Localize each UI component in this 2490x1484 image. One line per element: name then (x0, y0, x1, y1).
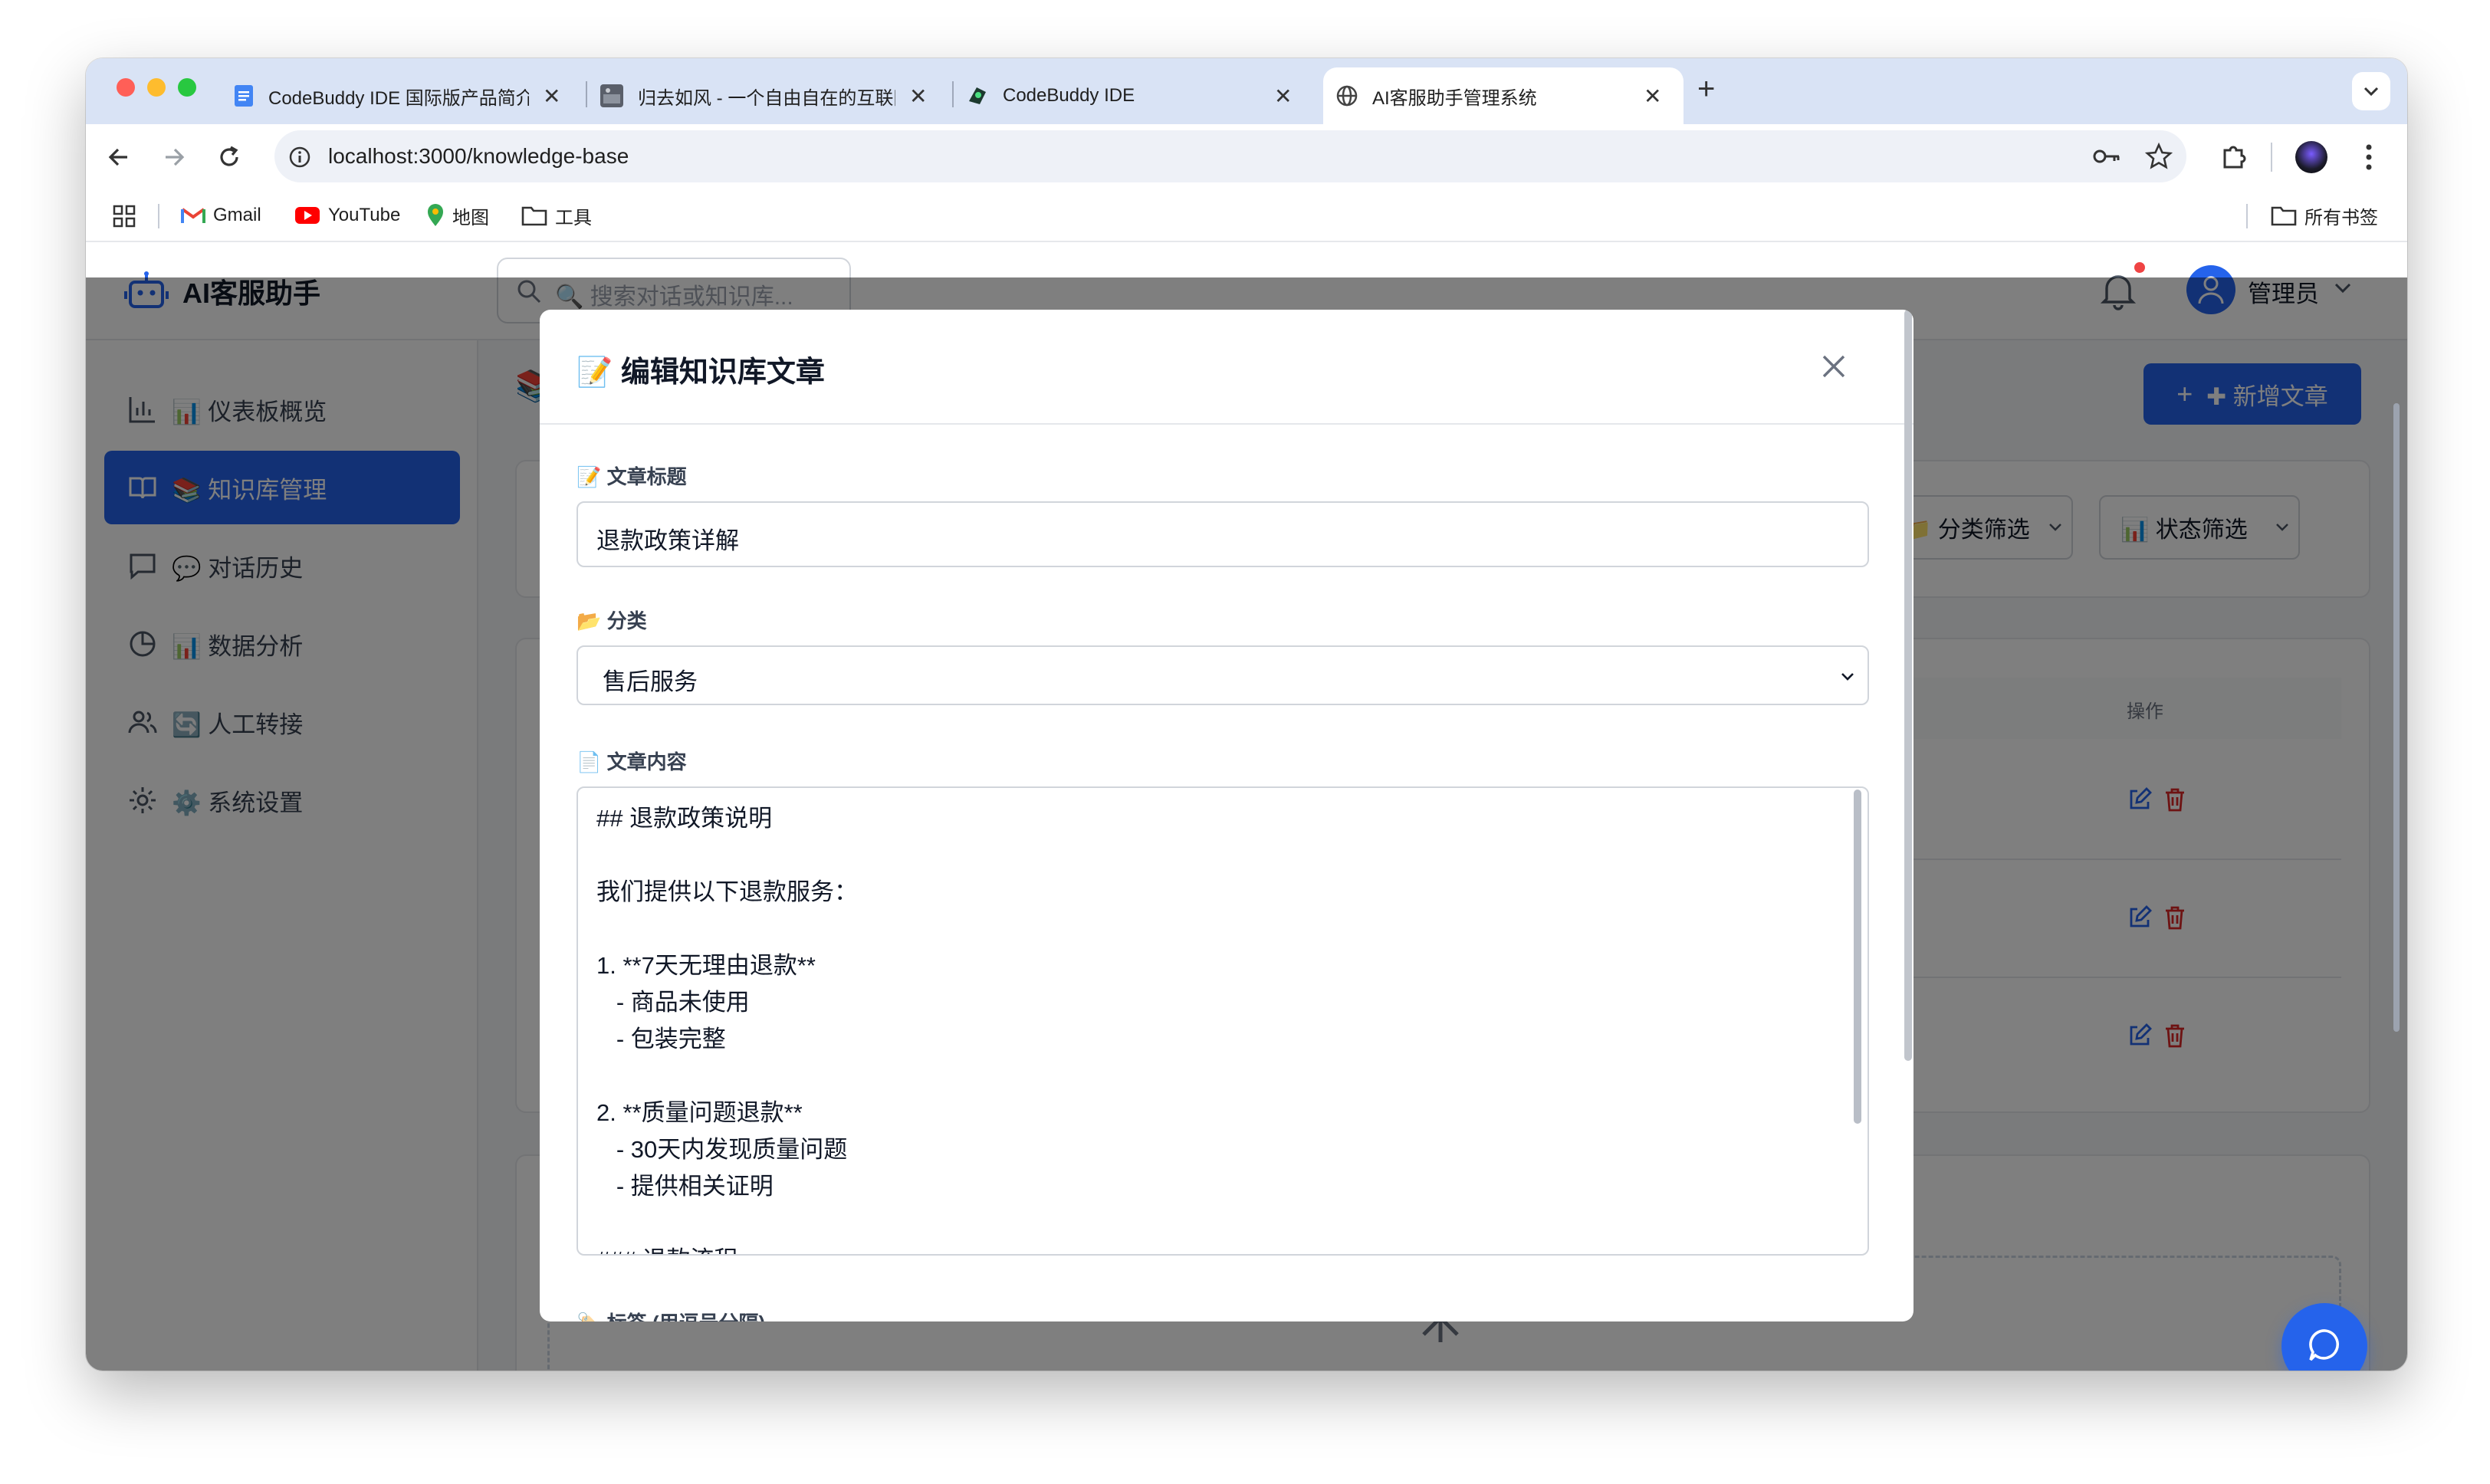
url-text: localhost:3000/knowledge-base (328, 144, 629, 168)
youtube-icon (295, 207, 320, 224)
page-scrollbar[interactable] (2393, 403, 2400, 1032)
category-select-value: 售后服务 (603, 668, 698, 695)
tab-title: CodeBuddy IDE 国际版产品简介 (268, 87, 529, 109)
modal-header-divider (540, 423, 1913, 425)
more-menu-icon[interactable] (2360, 141, 2378, 173)
modal-title: 📝 编辑知识库文章 (577, 356, 825, 389)
reload-icon[interactable] (215, 143, 244, 172)
close-window-button[interactable] (117, 78, 135, 97)
content-line: - 30天内发现质量问题 (596, 1136, 848, 1163)
tab-separator (952, 81, 954, 107)
textarea-scrollbar[interactable] (1854, 790, 1861, 1124)
content-line (596, 1205, 858, 1242)
bookmark-label: 所有书签 (2304, 207, 2378, 228)
content-text: ## 退款政策说明 我们提供以下退款服务： 1. **7天无理由退款** - 商… (596, 800, 858, 1254)
chevron-down-icon (1841, 673, 1854, 681)
bookmark-youtube[interactable]: YouTube (294, 190, 400, 241)
extensions-icon[interactable] (2219, 141, 2249, 172)
tab-strip: CodeBuddy IDE 国际版产品简介 ✕ 归去如风 - 一个自由自在的互联… (86, 58, 2407, 124)
forward-icon[interactable] (159, 143, 189, 172)
site-thumbnail-icon (600, 84, 623, 107)
tab-close-icon[interactable]: ✕ (909, 84, 927, 109)
bookmark-label: Gmail (213, 205, 261, 225)
globe-icon (1336, 85, 1358, 107)
content-line: - 包装完整 (596, 1026, 726, 1052)
tab-title: 归去如风 - 一个自由自在的互联网 (638, 87, 895, 109)
content-line: 1. **7天无理由退款** (596, 952, 816, 979)
minimize-window-button[interactable] (147, 78, 166, 97)
gmail-icon (181, 208, 205, 223)
notification-dot (2134, 262, 2145, 273)
password-key-icon[interactable] (2091, 144, 2122, 169)
toolbar-separator (2271, 143, 2272, 172)
maximize-window-button[interactable] (178, 78, 196, 97)
category-field-label: 📂 分类 (577, 609, 647, 632)
content-line (596, 911, 858, 947)
bookmark-label: 地图 (452, 207, 489, 228)
bookmarks-separator (158, 204, 159, 228)
bookmark-gmail[interactable]: Gmail (181, 190, 261, 241)
tab-title: AI客服助手管理系统 (1372, 87, 1537, 109)
tab-blog[interactable]: 归去如风 - 一个自由自在的互联网 ✕ (590, 67, 951, 124)
bookmark-folder-tools[interactable]: 工具 (521, 190, 592, 241)
close-icon[interactable] (1820, 353, 1848, 380)
codebuddy-icon (969, 87, 986, 104)
tab-ai-service[interactable]: AI客服助手管理系统 ✕ (1323, 67, 1684, 124)
tags-field-label: 🏷️ 标签 (用逗号分隔) (577, 1308, 765, 1321)
bookmarks-separator (2246, 204, 2248, 228)
bookmark-maps[interactable]: 地图 (426, 190, 489, 241)
category-select[interactable]: 售后服务 (577, 645, 1869, 705)
edit-article-modal: 📝 编辑知识库文章 📝 文章标题 退款政策详解 📂 分类 售后服务 📄 文章内容… (540, 310, 1913, 1321)
content-line: - 提供相关证明 (596, 1173, 774, 1200)
profile-avatar[interactable] (2295, 141, 2327, 173)
modal-scrollbar[interactable] (1904, 310, 1912, 1061)
title-field-label: 📝 文章标题 (577, 465, 687, 488)
app-viewport: AI客服助手 🔍 搜索对话或知识库... 管理员 📊 仪表板概览 📚 知识库管理 (86, 242, 2407, 1371)
title-input[interactable]: 退款政策详解 (577, 501, 1869, 567)
tab-close-icon[interactable]: ✕ (543, 84, 560, 109)
tab-separator (586, 81, 587, 107)
all-bookmarks-button[interactable]: 所有书签 (2271, 190, 2378, 241)
chevron-down-icon (2364, 87, 2379, 97)
bookmark-star-icon[interactable] (2145, 143, 2173, 170)
apps-grid-icon[interactable] (112, 204, 136, 228)
site-info-icon[interactable] (288, 146, 311, 169)
chat-bubble-icon (2309, 1329, 2339, 1361)
content-line: - 商品未使用 (596, 989, 750, 1016)
address-bar[interactable]: localhost:3000/knowledge-base (274, 130, 2186, 182)
folder-icon (2271, 206, 2297, 226)
bookmark-label: YouTube (328, 205, 401, 225)
browser-window: CodeBuddy IDE 国际版产品简介 ✕ 归去如风 - 一个自由自在的互联… (86, 58, 2407, 1371)
tab-codebuddy-intro[interactable]: CodeBuddy IDE 国际版产品简介 ✕ (224, 67, 584, 124)
content-line: ### 退款流程 (596, 1242, 858, 1254)
content-line (596, 1058, 858, 1095)
tab-codebuddy-ide[interactable]: CodeBuddy IDE ✕ (957, 67, 1317, 124)
maps-pin-icon (428, 204, 443, 226)
content-line: ## 退款政策说明 (596, 805, 773, 832)
new-tab-icon[interactable]: + (1697, 72, 1715, 107)
content-line: 2. **质量问题退款** (596, 1099, 803, 1126)
bookmarks-bar: Gmail YouTube 地图 工具 所有书签 (86, 190, 2407, 242)
content-field-label: 📄 文章内容 (577, 750, 687, 773)
google-docs-icon (235, 85, 253, 107)
content-textarea[interactable]: ## 退款政策说明 我们提供以下退款服务： 1. **7天无理由退款** - 商… (577, 786, 1869, 1256)
browser-toolbar: localhost:3000/knowledge-base (86, 124, 2407, 190)
back-icon[interactable] (104, 143, 133, 172)
tab-close-icon[interactable]: ✕ (1644, 84, 1661, 109)
tab-close-icon[interactable]: ✕ (1274, 84, 1292, 109)
content-line: 我们提供以下退款服务： (596, 878, 858, 905)
tab-title: CodeBuddy IDE (1003, 85, 1135, 106)
content-line (596, 837, 858, 874)
title-input-value: 退款政策详解 (596, 527, 739, 554)
folder-icon (521, 206, 547, 226)
tab-search-button[interactable] (2352, 72, 2390, 110)
bookmark-label: 工具 (555, 207, 592, 228)
